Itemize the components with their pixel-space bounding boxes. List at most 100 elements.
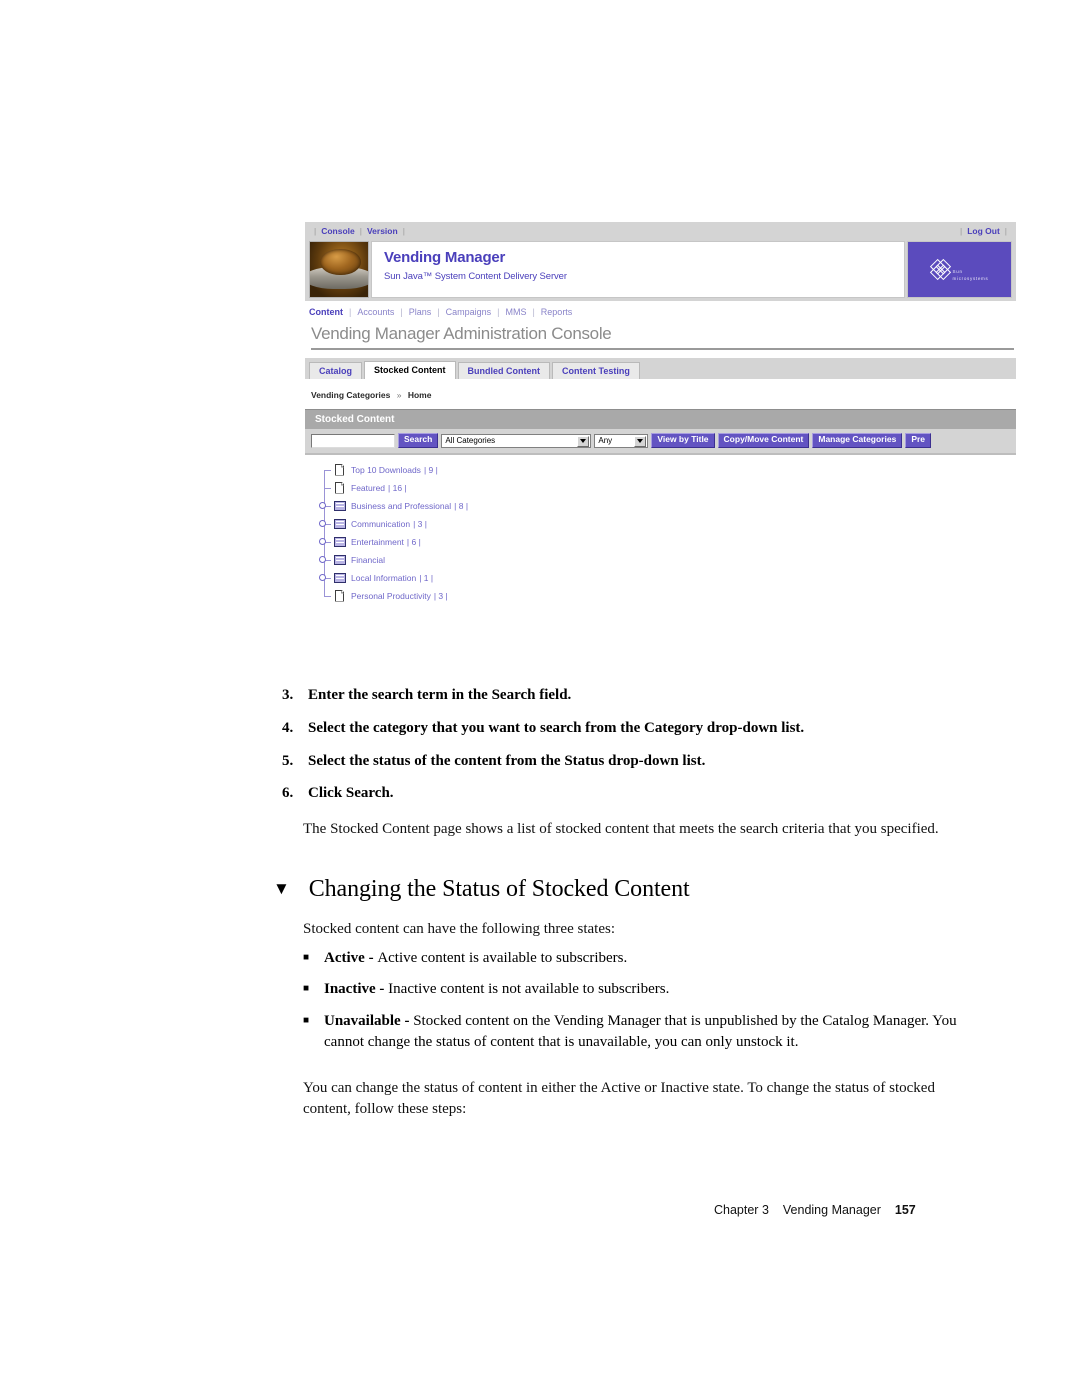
step-text: Enter the search term in the Search fiel… xyxy=(308,687,572,703)
search-toolbar: Search All Categories Any View by Title … xyxy=(305,429,1016,455)
tree-item-top-10-downloads[interactable]: Top 10 Downloads | 9 | xyxy=(317,461,1016,479)
masthead-titleblock: Vending Manager Sun Java™ System Content… xyxy=(371,241,905,298)
numbered-steps: 3. Enter the search term in the Search f… xyxy=(282,686,982,817)
result-paragraph: The Stocked Content page shows a list of… xyxy=(303,821,939,837)
chevron-down-icon[interactable] xyxy=(634,435,647,447)
sun-tagline: microsystems xyxy=(952,275,989,281)
util-divider: | xyxy=(359,225,362,236)
bullet-term: Active xyxy=(324,950,365,966)
tree-item-count: | 3 | xyxy=(433,591,448,601)
page-title: Vending Manager Administration Console xyxy=(311,324,612,343)
folder-icon xyxy=(333,554,347,567)
step-6: 6. Click Search. xyxy=(282,784,982,803)
folder-icon xyxy=(333,572,347,585)
tree-item-label: Communication xyxy=(351,519,411,529)
sun-diamond-icon xyxy=(927,256,954,283)
tree-item-personal-productivity[interactable]: Personal Productivity | 3 | xyxy=(317,587,1016,605)
nav-divider: | xyxy=(532,307,535,317)
search-button[interactable]: Search xyxy=(398,433,439,448)
tree-item-communication[interactable]: Communication | 3 | xyxy=(317,515,1016,533)
expand-handle-icon[interactable] xyxy=(319,502,326,509)
preview-button-clipped[interactable]: Pre xyxy=(905,433,932,448)
folder-icon xyxy=(333,500,347,513)
sun-wordmark-text: Sun xyxy=(952,268,963,274)
nav-item-campaigns[interactable]: Campaigns xyxy=(446,307,492,317)
section-heading: ▼ Changing the Status of Stocked Content xyxy=(273,876,690,903)
bullet-dash: - xyxy=(364,950,378,966)
status-bullet-list: ■ Active - Active content is available t… xyxy=(303,948,963,1063)
tree-item-count: | 16 | xyxy=(388,483,407,493)
tab-content-testing[interactable]: Content Testing xyxy=(552,362,640,379)
step-4: 4. Select the category that you want to … xyxy=(282,719,982,738)
document-icon xyxy=(333,590,347,603)
tab-catalog[interactable]: Catalog xyxy=(309,362,363,379)
expand-handle-icon[interactable] xyxy=(319,574,326,581)
nav-divider: | xyxy=(349,307,352,317)
page-footer: Chapter 3 Vending Manager 157 xyxy=(714,1203,916,1217)
breadcrumb-current: Home xyxy=(407,390,432,400)
chevron-down-icon[interactable] xyxy=(577,435,590,447)
tree-item-local-information[interactable]: Local Information | 1 | xyxy=(317,569,1016,587)
sun-wordmark: Sun microsystems xyxy=(953,258,989,281)
nav-item-accounts[interactable]: Accounts xyxy=(357,307,394,317)
view-by-title-button[interactable]: View by Title xyxy=(651,433,715,448)
tree-item-featured[interactable]: Featured | 16 | xyxy=(317,479,1016,497)
square-bullet-icon: ■ xyxy=(303,1014,310,1026)
nav-item-mms[interactable]: MMS xyxy=(505,307,526,317)
util-divider: | xyxy=(402,225,405,236)
expand-handle-icon[interactable] xyxy=(319,556,326,563)
expand-handle-icon[interactable] xyxy=(319,520,326,527)
nav-divider: | xyxy=(437,307,440,317)
app-title: Vending Manager xyxy=(384,249,506,266)
nav-divider: | xyxy=(400,307,403,317)
util-divider: | xyxy=(1004,225,1007,236)
tab-stocked-content[interactable]: Stocked Content xyxy=(364,361,456,379)
document-icon xyxy=(333,482,347,495)
title-divider xyxy=(311,348,1014,350)
category-select[interactable]: All Categories xyxy=(441,433,592,448)
tree-item-financial[interactable]: Financial xyxy=(317,551,1016,569)
nav-item-content[interactable]: Content xyxy=(309,307,343,317)
step-text: Select the status of the content from th… xyxy=(308,752,706,769)
tree-item-label: Entertainment xyxy=(351,537,404,547)
step-5: 5. Select the status of the content from… xyxy=(282,752,982,771)
primary-nav: Content | Accounts | Plans | Campaigns |… xyxy=(305,301,1016,322)
manage-categories-button[interactable]: Manage Categories xyxy=(812,433,903,448)
expand-handle-icon[interactable] xyxy=(319,538,326,545)
nav-divider: | xyxy=(497,307,500,317)
nav-item-reports[interactable]: Reports xyxy=(541,307,573,317)
footer-title: Vending Manager xyxy=(782,1203,881,1217)
tab-strip: Catalog Stocked Content Bundled Content … xyxy=(305,358,1016,379)
tree-rail xyxy=(317,497,333,515)
search-input[interactable] xyxy=(311,433,395,448)
status-select-value: Any xyxy=(598,436,613,445)
tree-item-label: Top 10 Downloads xyxy=(351,465,421,475)
tree-item-business-and-professional[interactable]: Business and Professional | 8 | xyxy=(317,497,1016,515)
tree-rail xyxy=(317,515,333,533)
version-link[interactable]: Version xyxy=(367,226,398,236)
bullet-dash: - xyxy=(375,981,389,998)
util-divider: | xyxy=(959,225,963,236)
tree-rail xyxy=(317,569,333,587)
step-3: 3. Enter the search term in the Search f… xyxy=(282,686,982,705)
category-select-value: All Categories xyxy=(445,436,496,445)
category-tree: Top 10 Downloads | 9 | Featured | 16 | B… xyxy=(305,455,1016,615)
breadcrumb-vending-categories[interactable]: Vending Categories xyxy=(311,390,390,400)
copy-move-content-button[interactable]: Copy/Move Content xyxy=(717,433,810,448)
tree-item-count: | 8 | xyxy=(454,501,469,511)
tree-item-entertainment[interactable]: Entertainment | 6 | xyxy=(317,533,1016,551)
bullet-text: Active content is available to subscribe… xyxy=(377,950,628,966)
tab-bundled-content[interactable]: Bundled Content xyxy=(457,362,551,379)
square-bullet-icon: ■ xyxy=(303,952,310,963)
list-item: ■ Active - Active content is available t… xyxy=(303,948,963,969)
console-link[interactable]: Console xyxy=(321,226,355,236)
triangle-down-icon: ▼ xyxy=(273,879,290,898)
step-number: 4. xyxy=(282,719,294,736)
status-select[interactable]: Any xyxy=(594,433,649,448)
footer-chapter: Chapter 3 xyxy=(714,1203,769,1217)
tree-item-label: Featured xyxy=(351,483,386,493)
masthead: Vending Manager Sun Java™ System Content… xyxy=(305,239,1016,301)
log-out-link[interactable]: Log Out xyxy=(967,226,1000,236)
list-item: ■ Inactive - Inactive content is not ava… xyxy=(303,979,963,1000)
nav-item-plans[interactable]: Plans xyxy=(409,307,432,317)
